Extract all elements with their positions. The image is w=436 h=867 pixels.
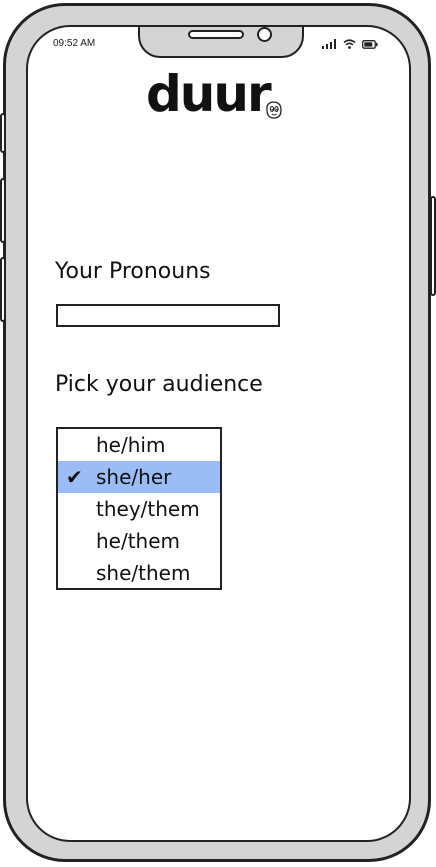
audience-option-she-them[interactable]: she/them — [58, 557, 220, 589]
checkmark-icon: ✔ — [66, 465, 83, 489]
front-camera — [257, 27, 272, 42]
volume-up-button — [0, 178, 6, 243]
mute-switch — [0, 113, 6, 153]
option-label: he/him — [96, 433, 166, 457]
audience-label: Pick your audience — [55, 372, 263, 397]
speaker — [188, 30, 244, 39]
audience-option-he-them[interactable]: he/them — [58, 525, 220, 557]
phone-screen: 09:52 AM duur Your Pronouns Pick your au… — [26, 25, 411, 842]
power-button — [430, 196, 436, 296]
option-label: she/her — [96, 465, 172, 489]
pronouns-input[interactable] — [56, 304, 280, 327]
pronouns-label: Your Pronouns — [55, 259, 211, 284]
signal-icon — [322, 39, 336, 49]
status-time: 09:52 AM — [53, 38, 96, 49]
logo-face-icon — [266, 101, 282, 119]
battery-icon — [362, 40, 378, 49]
status-icons — [322, 39, 378, 49]
audience-option-they-them[interactable]: they/them — [58, 493, 220, 525]
option-label: he/them — [96, 529, 181, 553]
app-logo: duur — [146, 65, 272, 123]
audience-listbox[interactable]: he/him ✔ she/her they/them he/them she/t… — [56, 427, 222, 590]
notch — [138, 27, 304, 58]
option-label: they/them — [96, 497, 200, 521]
audience-option-he-him[interactable]: he/him — [58, 429, 220, 461]
wifi-icon — [343, 39, 356, 49]
volume-down-button — [0, 257, 6, 322]
option-label: she/them — [96, 561, 191, 585]
audience-option-she-her[interactable]: ✔ she/her — [58, 461, 220, 493]
